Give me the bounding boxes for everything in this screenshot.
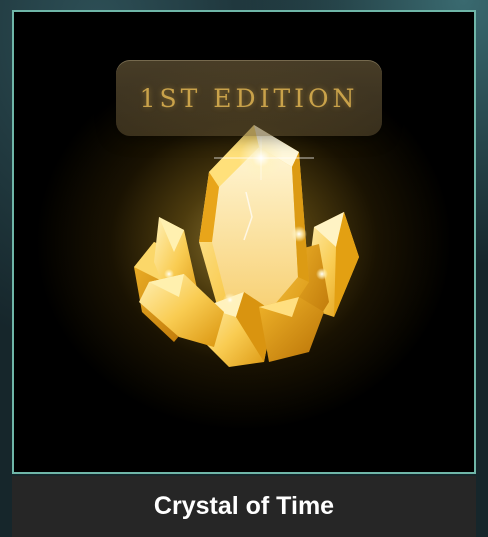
card-title-bar: Crystal of Time xyxy=(12,476,476,537)
card-art: 1ST EDITION xyxy=(12,10,476,474)
card-title: Crystal of Time xyxy=(153,492,335,520)
item-card[interactable]: 1ST EDITION Crystal of Time xyxy=(12,10,476,537)
screen: 1ST EDITION Crystal of Time xyxy=(0,0,488,537)
edition-badge: 1ST EDITION xyxy=(116,60,382,136)
edition-label: 1ST EDITION xyxy=(139,83,359,113)
